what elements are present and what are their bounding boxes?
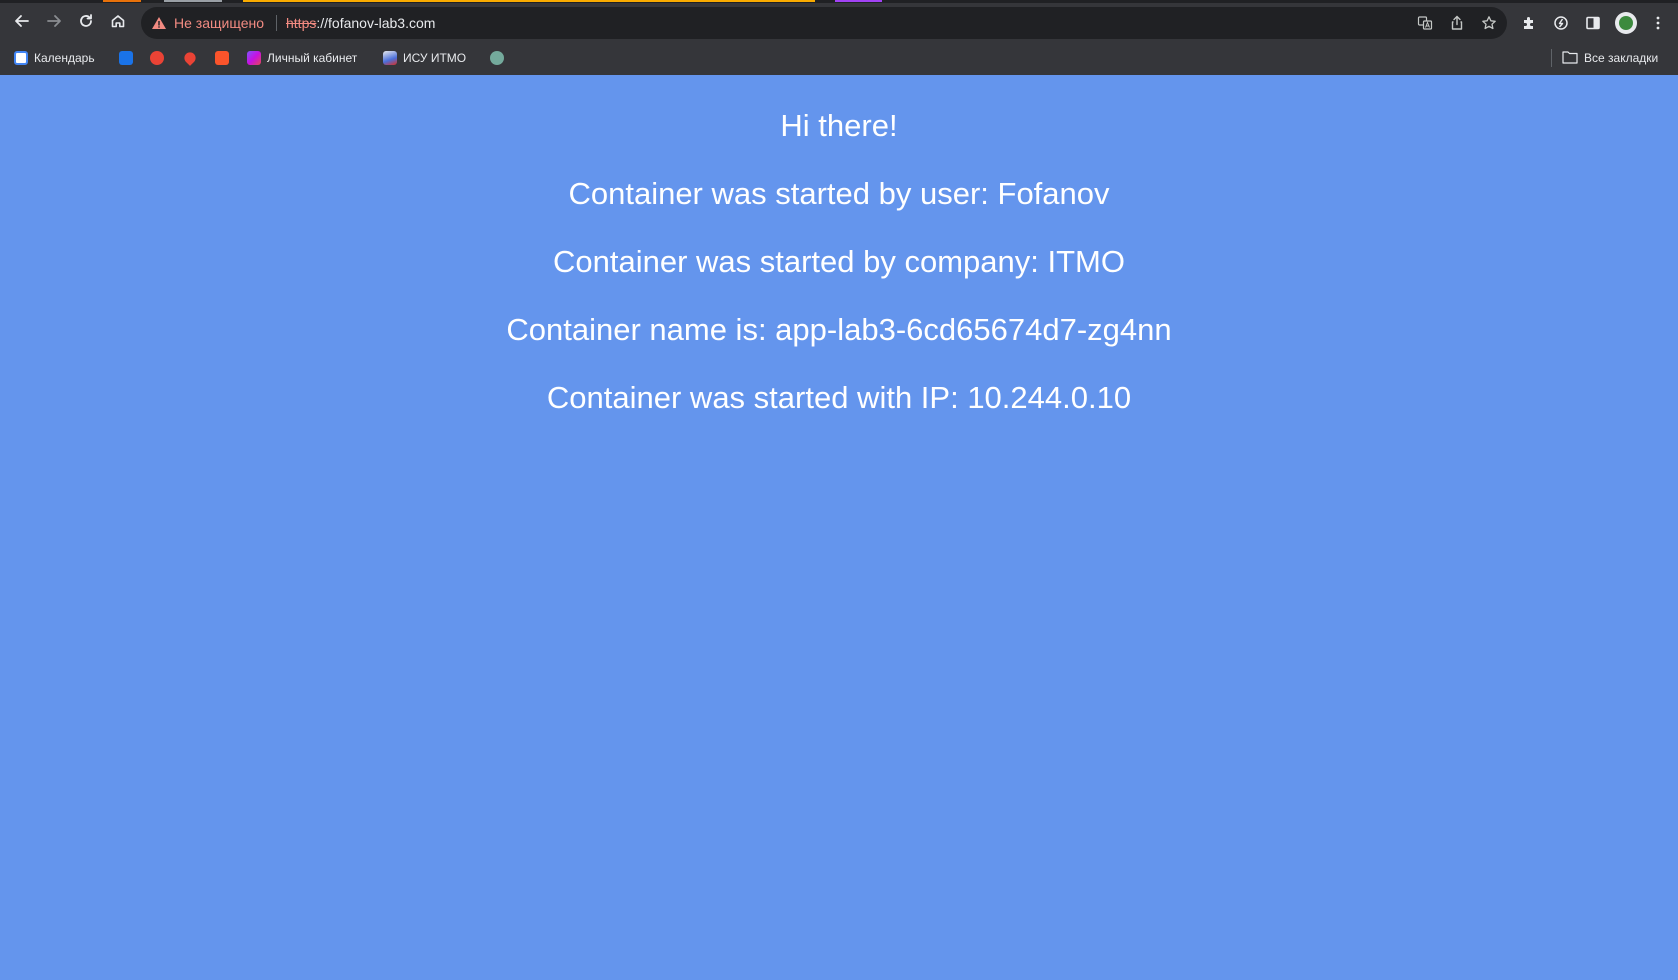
bookmark-label: Календарь (34, 51, 95, 65)
all-bookmarks-button[interactable]: Все закладки (1562, 47, 1658, 69)
star-icon[interactable] (1477, 11, 1501, 35)
container-ip-text: Container was started with IP: 10.244.0.… (546, 380, 1132, 415)
tab-indicator (243, 0, 815, 2)
bookmark-personal-account[interactable]: Личный кабинет (247, 47, 357, 69)
profile-avatar[interactable] (1615, 12, 1637, 34)
omnibox-separator (276, 15, 277, 31)
bookmarks-bar: Календарь Личный кабинет ИСУ ИТМО Все за… (0, 43, 1678, 73)
openai-favicon (490, 51, 504, 65)
bookmark-isu-itmo[interactable]: ИСУ ИТМО (383, 47, 466, 69)
calendar-favicon (14, 51, 28, 65)
bookmark-app[interactable] (150, 47, 164, 69)
address-bar[interactable]: Не защищено https://fofanov-lab3.com (141, 7, 1507, 39)
bookmark-brave[interactable] (215, 47, 229, 69)
company-info-text: Container was started by company: ITMO (552, 244, 1125, 279)
translate-icon[interactable] (1413, 11, 1437, 35)
folder-icon (1562, 50, 1578, 67)
itmo-favicon (383, 51, 397, 65)
tab-indicator (835, 0, 882, 2)
page-content: Hi there! Container was started by user:… (0, 75, 1678, 980)
bookmark-label: ИСУ ИТМО (403, 51, 467, 65)
container-name-text: Container name is: app-lab3-6cd65674d7-z… (506, 312, 1172, 347)
browser-chrome: Не защищено https://fofanov-lab3.com Кал… (0, 0, 1678, 75)
bookmark-maps[interactable] (182, 47, 198, 69)
reload-icon[interactable] (72, 7, 100, 35)
browser-toolbar: Не защищено https://fofanov-lab3.com (0, 3, 1678, 43)
maps-pin-favicon (182, 50, 198, 66)
puzzle-icon[interactable] (1515, 9, 1543, 37)
side-panel-icon[interactable] (1579, 9, 1607, 37)
share-icon[interactable] (1445, 11, 1469, 35)
security-status-label[interactable]: Не защищено (174, 15, 264, 31)
url-scheme: https (286, 15, 317, 31)
kebab-menu-icon[interactable] (1644, 9, 1672, 37)
warning-triangle-icon[interactable] (151, 15, 167, 36)
url-host: ://fofanov-lab3.com (316, 15, 436, 31)
bookmark-chat[interactable] (119, 47, 133, 69)
tab-indicator (164, 0, 222, 2)
greeting-text: Hi there! (780, 108, 898, 143)
bookmark-openai[interactable] (490, 47, 504, 69)
home-icon[interactable] (104, 7, 132, 35)
bookmark-label: Личный кабинет (267, 51, 358, 65)
avatar-image (1619, 16, 1633, 30)
tab-indicator (103, 0, 141, 2)
user-info-text: Container was started by user: Fofanov (568, 176, 1110, 211)
back-arrow-icon[interactable] (8, 7, 36, 35)
brave-favicon (215, 51, 229, 65)
all-bookmarks-label: Все закладки (1584, 51, 1659, 65)
bookmarks-divider (1551, 49, 1552, 67)
chat-favicon (119, 51, 133, 65)
url-text[interactable]: https://fofanov-lab3.com (286, 15, 435, 31)
speedometer-icon[interactable] (1547, 9, 1575, 37)
forward-arrow-icon[interactable] (40, 7, 68, 35)
bookmark-calendar[interactable]: Календарь (14, 47, 95, 69)
app-favicon (150, 51, 164, 65)
kotlin-favicon (247, 51, 261, 65)
